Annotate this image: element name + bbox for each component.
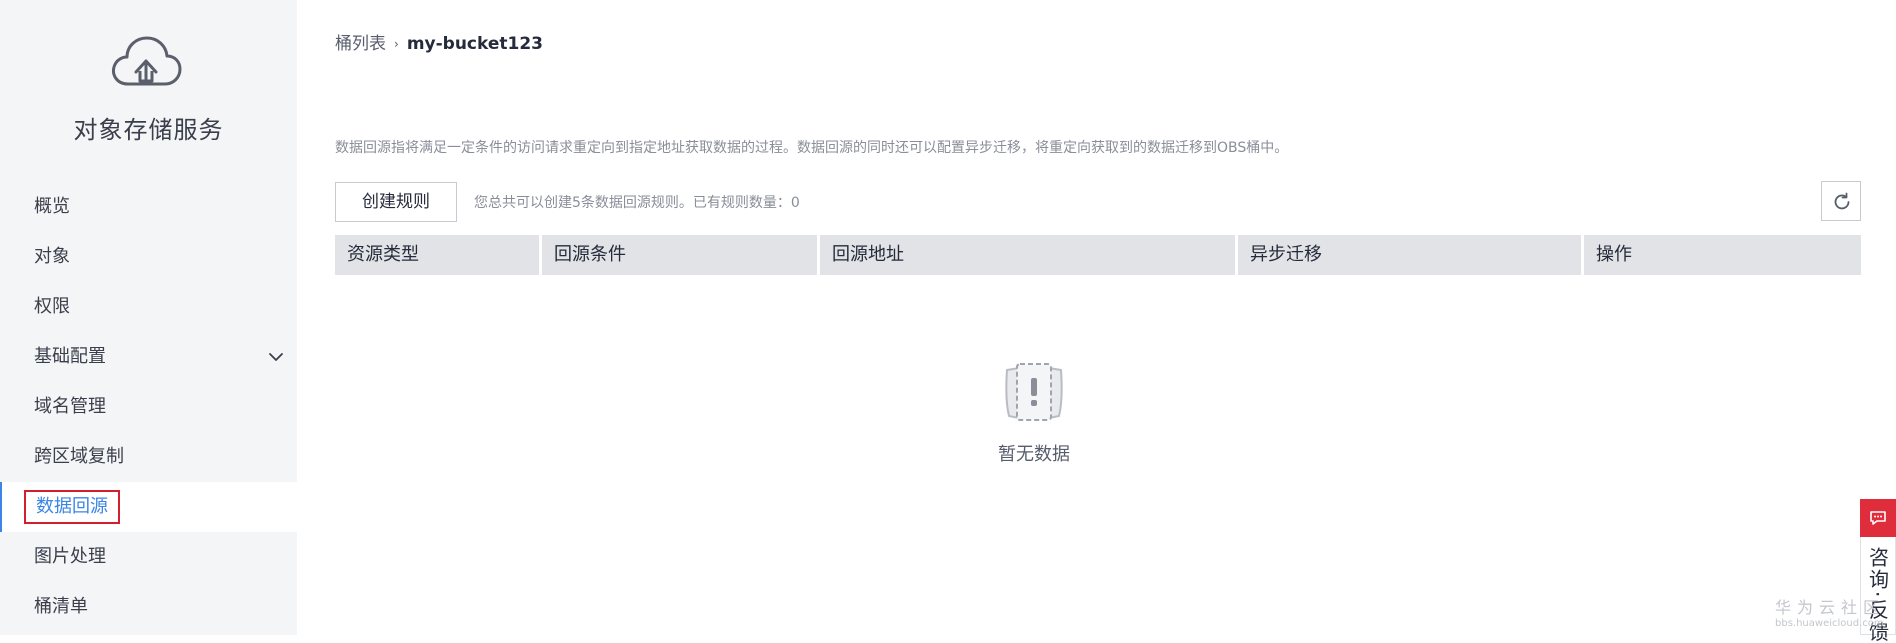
breadcrumb: 桶列表 › my-bucket123 <box>335 32 543 56</box>
main-content: 桶列表 › my-bucket123 数据回源指将满足一定条件的访问请求重定向到… <box>297 0 1896 635</box>
sidebar-item-label: 域名管理 <box>34 396 106 417</box>
sidebar-item-mirror-back-to-source[interactable]: 数据回源 <box>0 482 297 532</box>
sidebar-item-permissions[interactable]: 权限 <box>0 282 297 332</box>
sidebar-item-domain-management[interactable]: 域名管理 <box>0 382 297 432</box>
sidebar-item-cross-region-replication[interactable]: 跨区域复制 <box>0 432 297 482</box>
sidebar-nav: 概览 对象 权限 基础配置 域名管理 跨区域复制 数据回源 图片处理 桶清单 <box>0 182 297 632</box>
column-header-actions: 操作 <box>1584 235 1861 275</box>
sidebar-item-label: 数据回源 <box>24 490 120 524</box>
cloud-upload-icon <box>112 36 182 86</box>
service-title: 对象存储服务 <box>73 116 224 144</box>
breadcrumb-current-bucket: my-bucket123 <box>406 34 544 54</box>
sidebar-item-overview[interactable]: 概览 <box>0 182 297 232</box>
sidebar-item-label: 图片处理 <box>34 546 106 567</box>
column-header-resource-type: 资源类型 <box>335 235 542 275</box>
column-header-async-migration: 异步迁移 <box>1238 235 1584 275</box>
chat-icon <box>1860 499 1896 537</box>
sidebar-item-image-processing[interactable]: 图片处理 <box>0 532 297 582</box>
sidebar-item-label: 跨区域复制 <box>34 446 124 467</box>
sidebar-item-bucket-inventory[interactable]: 桶清单 <box>0 582 297 632</box>
rules-table-header: 资源类型 回源条件 回源地址 异步迁移 操作 <box>335 235 1861 275</box>
empty-state-text: 暂无数据 <box>998 444 1070 465</box>
sidebar-item-basic-config[interactable]: 基础配置 <box>0 332 297 382</box>
refresh-icon <box>1834 192 1850 210</box>
chevron-down-icon <box>269 353 283 361</box>
rule-quota-hint: 您总共可以创建5条数据回源规则。已有规则数量：0 <box>474 195 800 211</box>
sidebar-item-label: 概览 <box>34 196 70 217</box>
watermark: 华为云社区 bbs.huaweicloud.com <box>1775 594 1885 629</box>
sidebar-item-label: 对象 <box>34 246 70 267</box>
sidebar: 对象存储服务 概览 对象 权限 基础配置 域名管理 跨区域复制 数据回源 图片处… <box>0 0 297 635</box>
breadcrumb-bucket-list-link[interactable]: 桶列表 <box>335 32 386 56</box>
sidebar-item-objects[interactable]: 对象 <box>0 232 297 282</box>
sidebar-item-label: 桶清单 <box>34 596 88 617</box>
sidebar-item-label: 权限 <box>34 296 70 317</box>
refresh-button[interactable] <box>1821 181 1861 221</box>
watermark-url: bbs.huaweicloud.com <box>1775 618 1884 629</box>
feature-description: 数据回源指将满足一定条件的访问请求重定向到指定地址获取数据的过程。数据回源的同时… <box>335 140 1289 156</box>
no-data-icon <box>1005 363 1063 421</box>
table-empty-state: 暂无数据 <box>964 360 1104 466</box>
chevron-right-icon: › <box>394 37 399 51</box>
sidebar-item-label: 基础配置 <box>34 346 106 367</box>
column-header-source-condition: 回源条件 <box>542 235 820 275</box>
create-rule-button[interactable]: 创建规则 <box>335 182 457 222</box>
watermark-title: 华为云社区 <box>1775 598 1886 617</box>
column-header-source-address: 回源地址 <box>820 235 1238 275</box>
